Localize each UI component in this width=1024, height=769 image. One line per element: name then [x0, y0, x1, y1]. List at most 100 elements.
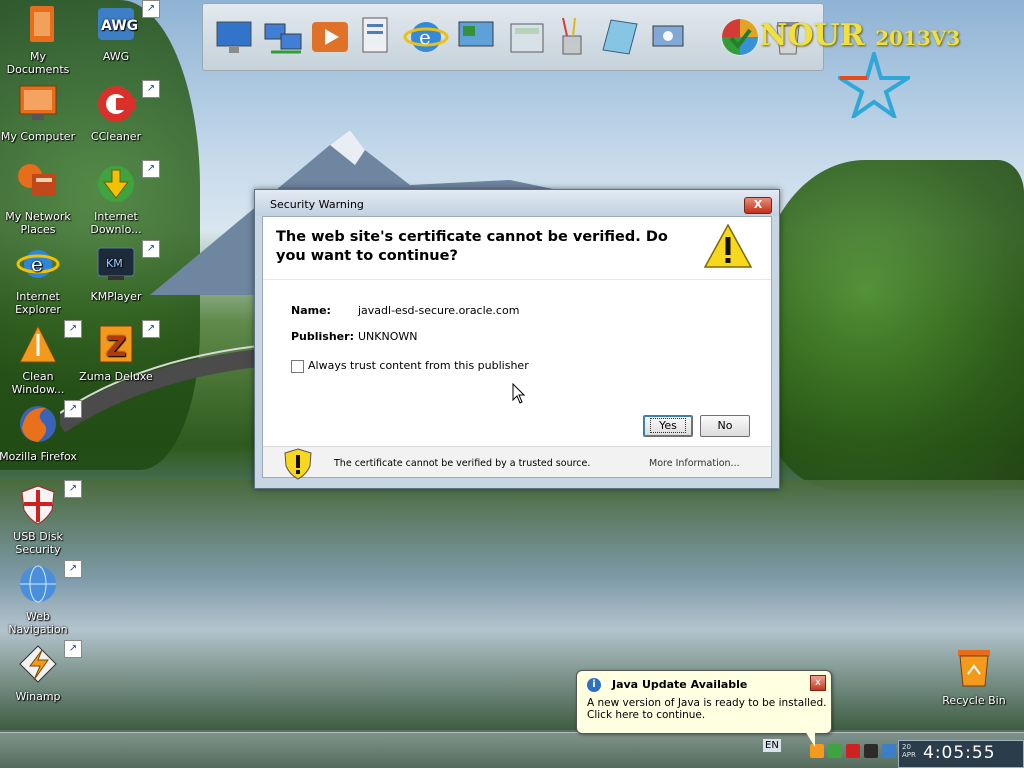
documents-icon[interactable] — [353, 14, 399, 60]
zuma-icon: Z — [99, 325, 133, 363]
media-player-icon[interactable] — [307, 14, 353, 60]
shortcut-arrow-icon: ↗ — [64, 560, 82, 578]
taskbar-clock[interactable]: 20 APR 4:05:55 — [898, 740, 1024, 768]
desktop-icon-my-documents[interactable]: My Documents — [0, 2, 78, 76]
shortcut-arrow-icon: ↗ — [142, 160, 160, 178]
background-water — [0, 480, 1024, 730]
dialog-content: The web site's certificate cannot be ver… — [262, 216, 772, 480]
shortcut-arrow-icon: ↗ — [142, 240, 160, 258]
desktop-icon-label: Web Navigation — [8, 610, 68, 636]
svg-text:Z: Z — [106, 330, 126, 363]
dialog-titlebar[interactable]: Security Warning X — [255, 190, 779, 216]
desktop-icon-label: My Network Places — [5, 210, 71, 236]
brand-text: NOUR 2013V3 — [760, 18, 961, 53]
awg-icon: AWG — [98, 8, 138, 40]
shortcut-arrow-icon: ↗ — [142, 80, 160, 98]
svg-text:e: e — [419, 25, 431, 49]
desktop-icon-label: KMPlayer — [90, 290, 142, 303]
dialog-divider — [263, 279, 771, 280]
more-information-link[interactable]: More Information... — [649, 458, 740, 469]
shield-tray-icon[interactable] — [846, 744, 860, 758]
always-trust-label[interactable]: Always trust content from this publisher — [308, 359, 529, 372]
svg-text:e: e — [31, 252, 43, 276]
monitor-icon[interactable] — [211, 14, 257, 60]
dialog-title: Security Warning — [270, 198, 364, 211]
shortcut-arrow-icon: ↗ — [142, 320, 160, 338]
download-manager-icon — [98, 166, 134, 202]
desktop-icon-label: Internet Explorer — [15, 290, 61, 316]
yes-button-label: Yes — [650, 418, 686, 433]
windows-logo-icon[interactable] — [717, 14, 763, 60]
clock-date: 20 APR — [902, 743, 916, 759]
desktop-icon-mozilla-firefox[interactable]: ↗ Mozilla Firefox — [0, 400, 82, 463]
desktop-icon-internet-explorer[interactable]: e Internet Explorer — [0, 242, 78, 316]
footer-message: The certificate cannot be verified by a … — [334, 458, 591, 469]
computer-icon — [19, 85, 57, 120]
language-indicator[interactable]: EN — [763, 739, 781, 752]
brand-star-logo — [838, 52, 910, 118]
warning-icon — [703, 223, 753, 268]
paint-brushes-icon[interactable] — [549, 14, 595, 60]
desktop-icon-label: USB Disk Security — [13, 530, 63, 556]
dialog-headline: The web site's certificate cannot be ver… — [276, 229, 668, 264]
desktop-icon-label: Internet Downlo... — [90, 210, 142, 236]
notification-message[interactable]: A new version of Java is ready to be ins… — [587, 697, 827, 721]
broom-icon — [19, 324, 57, 363]
always-trust-checkbox[interactable] — [291, 360, 304, 373]
folder-icon — [30, 6, 54, 42]
security-tray-icon[interactable] — [828, 744, 842, 758]
java-update-notification[interactable]: i Java Update Available x A new version … — [576, 670, 832, 747]
desktop-icon-kmplayer[interactable]: KM ↗ KMPlayer — [76, 240, 160, 303]
clock-time: 4:05:55 — [923, 743, 996, 763]
desktop-icon-web-navigation[interactable]: ↗ Web Navigation — [0, 560, 82, 636]
notepad-icon[interactable] — [597, 14, 643, 60]
mouse-cursor-icon — [512, 383, 526, 404]
recycle-bin-icon — [958, 650, 990, 687]
desktop-icon-awg[interactable]: AWG ↗ AWG — [76, 0, 160, 63]
top-dock: e — [202, 3, 824, 71]
desktop-icon-recycle-bin[interactable]: Recycle Bin — [934, 646, 1014, 707]
svg-text:AWG: AWG — [101, 18, 138, 34]
desktop-icon-label: Zuma Deluxe — [79, 370, 153, 383]
shortcut-arrow-icon: ↗ — [64, 400, 82, 418]
dialog-close-button[interactable]: X — [744, 197, 772, 214]
app-tray-icon[interactable] — [864, 744, 878, 758]
desktop-icon-label: My Computer — [0, 130, 76, 143]
yes-button[interactable]: Yes — [643, 415, 693, 437]
ccleaner-icon — [98, 86, 136, 122]
info-icon: i — [587, 678, 601, 692]
desktop-icon-usb-disk-security[interactable]: ↗ USB Disk Security — [0, 480, 82, 556]
desktop-icon-zuma-deluxe[interactable]: Z ↗ Zuma Deluxe — [76, 320, 160, 383]
publisher-value: UNKNOWN — [358, 330, 418, 343]
background-trees-right — [760, 160, 1024, 490]
firefox-icon — [20, 406, 56, 442]
network-drive-icon[interactable] — [645, 14, 691, 60]
balloon-tail — [805, 731, 815, 747]
svg-text:KM: KM — [106, 257, 123, 270]
shortcut-arrow-icon: ↗ — [142, 0, 160, 18]
desktop-icon-clean-windows[interactable]: ↗ Clean Window... — [0, 320, 82, 396]
publisher-label: Publisher: — [291, 330, 354, 343]
dialog-footer: The certificate cannot be verified by a … — [263, 447, 771, 480]
network-tray-icon[interactable] — [882, 744, 896, 758]
desktop-icon-ccleaner[interactable]: ↗ CCleaner — [76, 80, 160, 143]
winamp-icon — [19, 645, 57, 683]
desktop-icon-winamp[interactable]: ↗ Winamp — [0, 640, 82, 703]
internet-explorer-icon: e — [16, 250, 60, 278]
shortcut-arrow-icon: ↗ — [64, 480, 82, 498]
internet-explorer-icon[interactable]: e — [403, 14, 449, 60]
network-computers-icon[interactable] — [261, 14, 307, 60]
notification-close-button[interactable]: x — [810, 675, 826, 691]
calculator-icon[interactable] — [503, 14, 549, 60]
network-places-icon — [18, 164, 56, 196]
desktop-icon-my-network-places[interactable]: My Network Places — [0, 162, 78, 236]
desktop-icon-label: Mozilla Firefox — [0, 450, 77, 463]
desktop-icon-internet-download-manager[interactable]: ↗ Internet Downlo... — [76, 160, 160, 236]
no-button[interactable]: No — [700, 415, 750, 437]
desktop-icon-label: Recycle Bin — [942, 694, 1006, 707]
display-settings-icon[interactable] — [453, 14, 499, 60]
shield-warning-icon — [284, 448, 312, 480]
name-label: Name: — [291, 304, 331, 317]
security-warning-dialog: Security Warning X The web site's certif… — [254, 189, 780, 489]
desktop-icon-my-computer[interactable]: My Computer — [0, 82, 78, 143]
